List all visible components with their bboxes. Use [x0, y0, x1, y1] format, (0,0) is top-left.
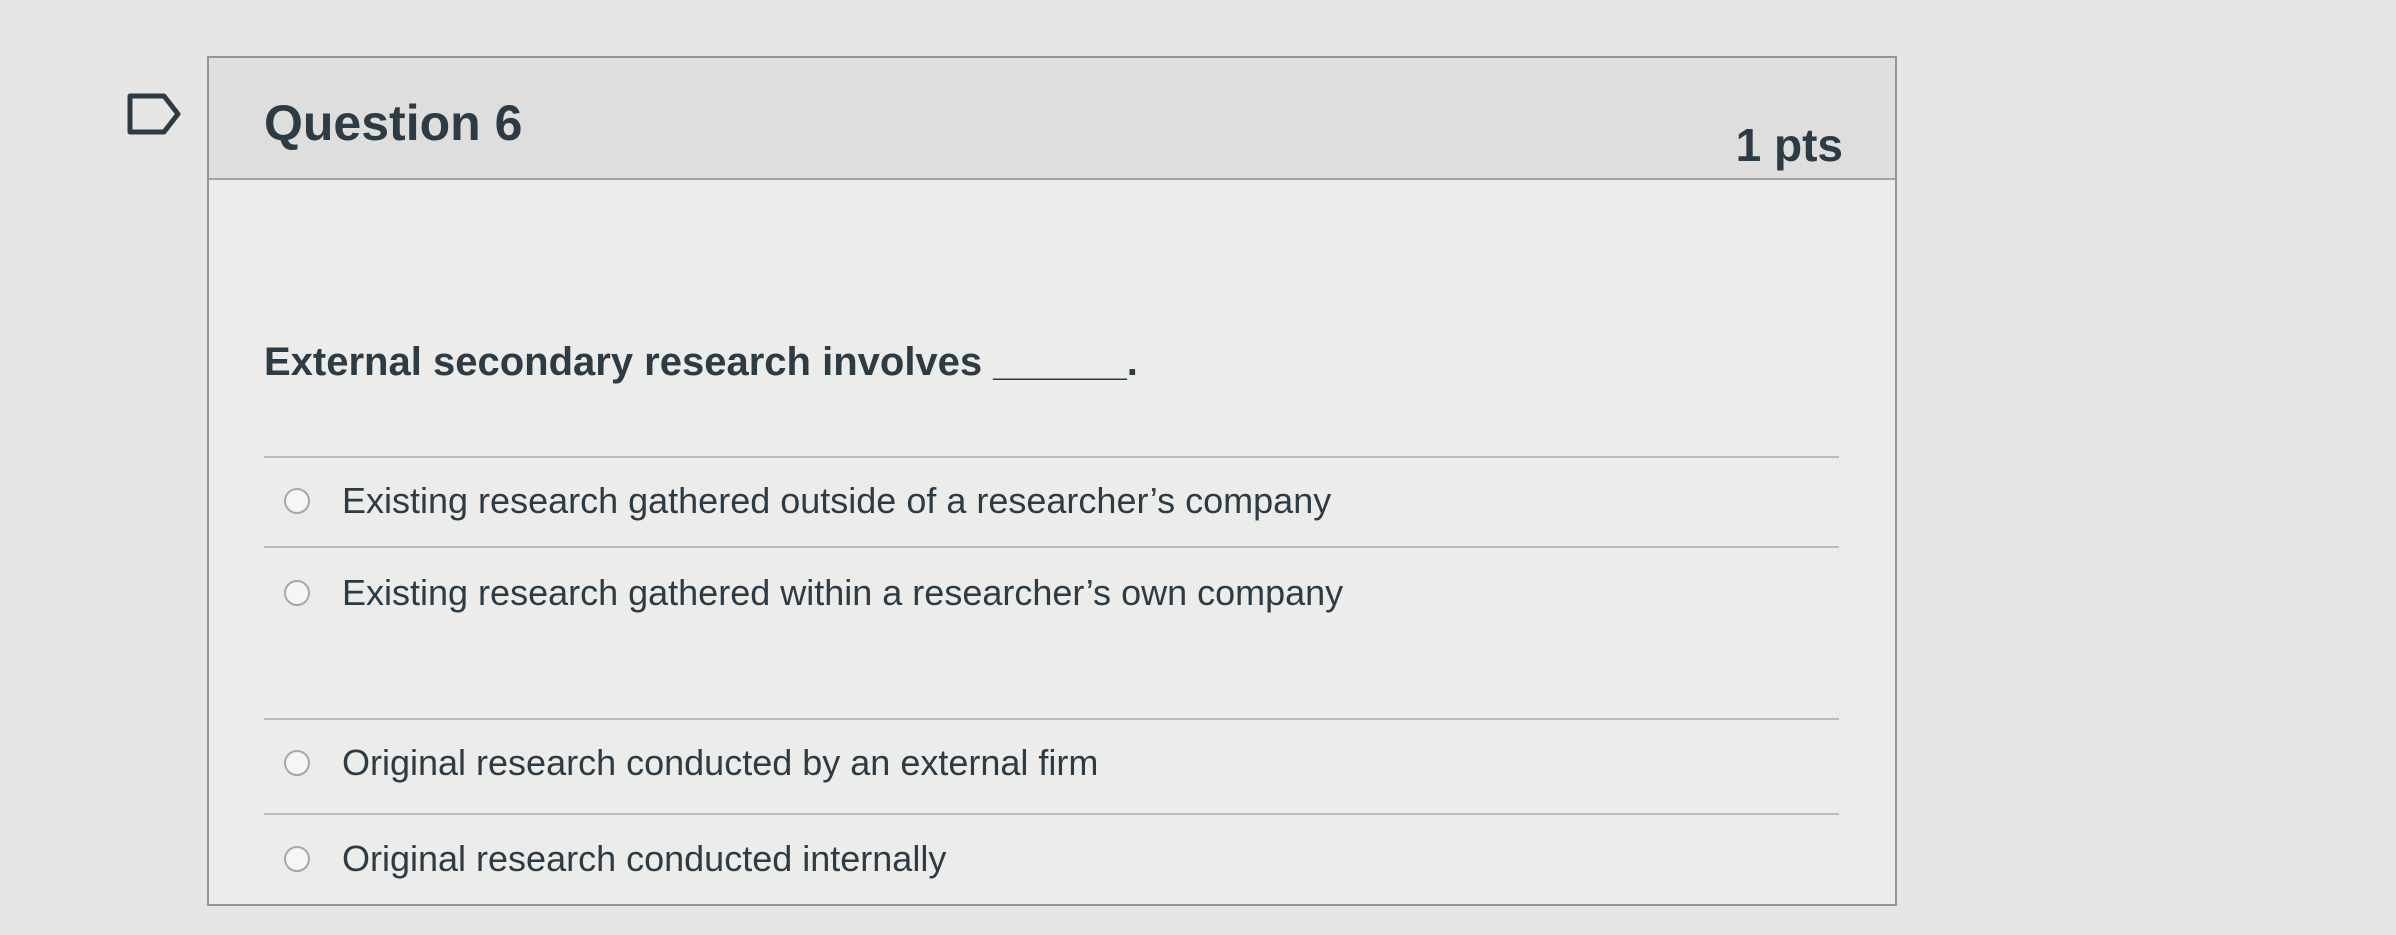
answer-option[interactable]: Original research conducted internally [284, 838, 946, 880]
flag-icon[interactable] [126, 92, 184, 136]
answer-divider [264, 456, 1839, 458]
answer-label[interactable]: Existing research gathered within a rese… [342, 572, 1343, 614]
answer-label[interactable]: Original research conducted by an extern… [342, 742, 1098, 784]
answer-label[interactable]: Existing research gathered outside of a … [342, 480, 1331, 522]
question-text: External secondary research involves ___… [264, 340, 1138, 384]
answer-label[interactable]: Original research conducted internally [342, 838, 946, 880]
answer-divider [264, 546, 1839, 548]
answer-option[interactable]: Original research conducted by an extern… [284, 742, 1098, 784]
question-points: 1 pts [1735, 119, 1843, 171]
radio-icon[interactable] [284, 580, 310, 606]
question-header: Question 6 1 pts [209, 58, 1895, 180]
radio-icon[interactable] [284, 488, 310, 514]
answer-option[interactable]: Existing research gathered within a rese… [284, 572, 1343, 614]
question-card: Question 6 1 pts External secondary rese… [207, 56, 1897, 906]
answer-divider [264, 718, 1839, 720]
question-title: Question 6 [264, 95, 523, 151]
answer-divider [264, 813, 1839, 815]
radio-icon[interactable] [284, 846, 310, 872]
answer-option[interactable]: Existing research gathered outside of a … [284, 480, 1331, 522]
radio-icon[interactable] [284, 750, 310, 776]
